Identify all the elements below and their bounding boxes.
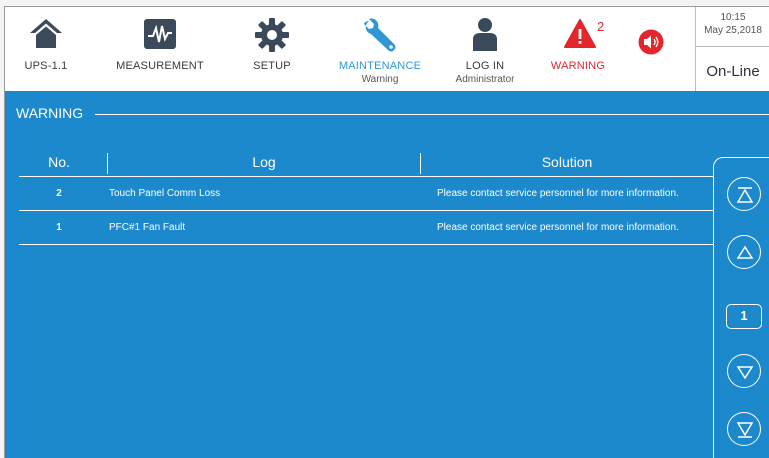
nav-login[interactable]: LOG IN Administrator bbox=[445, 7, 525, 91]
next-page-button[interactable] bbox=[727, 354, 761, 388]
nav-setup[interactable]: SETUP bbox=[237, 7, 307, 91]
nav-login-label: LOG IN bbox=[465, 60, 505, 72]
user-icon bbox=[470, 17, 500, 58]
first-page-icon bbox=[736, 187, 754, 203]
clock-date: May 25,2018 bbox=[704, 25, 762, 36]
table-row[interactable]: 2 Touch Panel Comm Loss Please contact s… bbox=[19, 178, 713, 211]
row-solution: Please contact service personnel for mor… bbox=[437, 222, 679, 233]
wrench-icon bbox=[361, 17, 399, 58]
warning-panel: WARNING No. Log Solution 2 Touch Panel C… bbox=[5, 91, 769, 458]
divider bbox=[95, 114, 769, 115]
clock-time: 10:15 bbox=[720, 12, 746, 23]
nav-ups[interactable]: UPS-1.1 bbox=[11, 7, 81, 91]
ups-status: On-Line bbox=[706, 63, 760, 80]
row-log: PFC#1 Fan Fault bbox=[109, 222, 186, 233]
nav-maintenance-label: MAINTENANCE bbox=[338, 60, 422, 72]
row-number: 1 bbox=[56, 222, 62, 233]
table-header: No. Log Solution bbox=[19, 149, 713, 177]
warning-triangle-icon bbox=[564, 17, 600, 56]
nav-warning-label: WARNING bbox=[550, 60, 606, 72]
nav-setup-label: SETUP bbox=[253, 60, 291, 72]
nav-maintenance[interactable]: MAINTENANCE Warning bbox=[330, 7, 430, 91]
page-number: 1 bbox=[726, 304, 762, 329]
row-log: Touch Panel Comm Loss bbox=[109, 188, 221, 199]
nav-warning[interactable]: 2 WARNING bbox=[543, 7, 613, 91]
waveform-icon bbox=[143, 17, 177, 56]
clock-status-panel: 10:15 May 25,2018 On-Line bbox=[695, 7, 769, 91]
section-title: WARNING bbox=[16, 105, 84, 121]
alarm-button[interactable] bbox=[631, 7, 671, 91]
row-number: 2 bbox=[56, 188, 62, 199]
speaker-alarm-icon bbox=[638, 29, 664, 60]
nav-login-sublabel: Administrator bbox=[455, 74, 515, 85]
home-icon bbox=[28, 17, 64, 56]
last-page-icon bbox=[736, 422, 754, 438]
nav-ups-label: UPS-1.1 bbox=[24, 60, 68, 72]
top-navigation: UPS-1.1 MEASUREMENT SETUP MAINTENANCE Wa… bbox=[5, 7, 769, 91]
nav-measurement-label: MEASUREMENT bbox=[116, 60, 204, 72]
column-header-no: No. bbox=[48, 154, 70, 170]
column-header-log: Log bbox=[252, 154, 276, 170]
first-page-button[interactable] bbox=[727, 177, 761, 211]
row-solution: Please contact service personnel for mor… bbox=[437, 188, 679, 199]
down-arrow-icon bbox=[736, 366, 754, 380]
column-header-solution: Solution bbox=[541, 154, 593, 170]
divider bbox=[696, 46, 769, 47]
warning-count-badge: 2 bbox=[597, 19, 605, 34]
pager-panel: 1 bbox=[713, 157, 769, 458]
last-page-button[interactable] bbox=[727, 412, 761, 446]
ups-screen: UPS-1.1 MEASUREMENT SETUP MAINTENANCE Wa… bbox=[4, 6, 769, 458]
up-arrow-icon bbox=[736, 245, 754, 259]
nav-measurement[interactable]: MEASUREMENT bbox=[105, 7, 215, 91]
nav-maintenance-sublabel: Warning bbox=[361, 74, 399, 85]
previous-page-button[interactable] bbox=[727, 235, 761, 269]
table-row[interactable]: 1 PFC#1 Fan Fault Please contact service… bbox=[19, 212, 713, 245]
divider bbox=[107, 153, 108, 174]
gear-icon bbox=[254, 17, 290, 58]
